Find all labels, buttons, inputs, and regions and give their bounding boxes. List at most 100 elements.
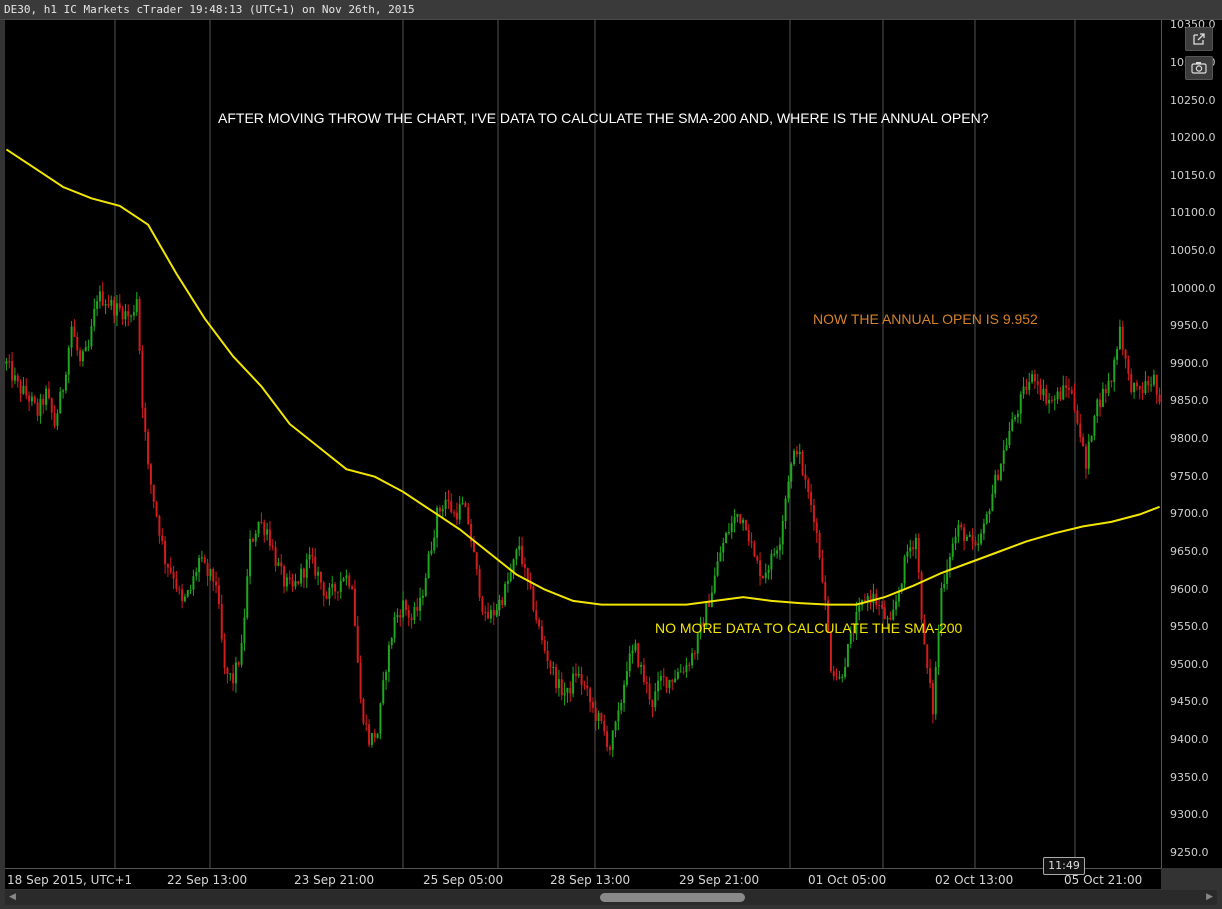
candle-body: [319, 571, 322, 583]
candle-body: [93, 308, 96, 327]
candle-body: [280, 562, 283, 567]
candle-body: [359, 662, 362, 700]
candle-body: [155, 501, 158, 517]
candle-body: [42, 398, 45, 405]
candle-body: [285, 577, 288, 587]
candle-body: [560, 679, 563, 696]
candle-body: [424, 577, 427, 596]
crosshair-time-badge: 11:49: [1043, 857, 1085, 875]
scroll-right-arrow-icon[interactable]: ▶: [1203, 892, 1213, 903]
price-tick-label: 9300.0: [1170, 808, 1209, 822]
time-axis[interactable]: 18 Sep 2015, UTC+1 22 Sep 13:00 23 Sep 21:…: [5, 868, 1161, 889]
candle-body: [770, 553, 773, 570]
candle-body: [317, 571, 320, 576]
candle-body: [1019, 394, 1022, 414]
candle-body: [611, 730, 614, 750]
candle-body: [1070, 389, 1073, 394]
popout-button[interactable]: [1185, 27, 1213, 51]
candle-body: [934, 667, 937, 715]
candle-body: [5, 361, 8, 364]
candle-body: [376, 733, 379, 739]
candle-body: [430, 550, 433, 554]
candle-body: [719, 552, 722, 562]
candle-body: [642, 665, 645, 683]
candle-body: [1082, 437, 1085, 447]
candle-body: [1087, 441, 1090, 469]
candle-body: [311, 554, 314, 557]
candle-body: [115, 303, 118, 316]
candle-body: [784, 498, 787, 521]
candle-body: [110, 299, 113, 306]
candle-body: [22, 385, 25, 394]
candle-body: [336, 591, 339, 593]
candle-body: [339, 580, 342, 592]
candle-body: [835, 676, 838, 678]
candle-body: [407, 610, 410, 618]
scrollbar-thumb[interactable]: [600, 893, 745, 902]
candle-body: [988, 511, 991, 515]
price-tick-label: 10250.0: [1170, 93, 1216, 107]
candle-body: [657, 680, 660, 692]
screenshot-button[interactable]: [1185, 56, 1213, 80]
candle-body: [1090, 435, 1093, 442]
candle-body: [580, 673, 583, 685]
candle-body: [402, 600, 405, 618]
candle-body: [778, 544, 781, 551]
candle-body: [577, 673, 580, 676]
candle-body: [419, 597, 422, 611]
candle-body: [985, 514, 988, 524]
candle-body: [971, 534, 974, 542]
candle-body: [804, 474, 807, 480]
candle-body: [118, 303, 121, 309]
candle-body: [453, 512, 456, 514]
candle-body: [47, 388, 50, 399]
candle-body: [1005, 445, 1008, 451]
candle-body: [943, 584, 946, 589]
candle-body: [538, 619, 541, 627]
candle-body: [266, 529, 269, 535]
candle-body: [379, 703, 382, 734]
candle-body: [594, 707, 597, 722]
camera-icon: [1191, 62, 1207, 74]
candle-body: [912, 547, 915, 550]
candle-body: [543, 640, 546, 651]
candle-body: [138, 299, 141, 351]
candle-body: [1065, 385, 1068, 388]
candle-body: [1130, 373, 1133, 393]
candle-body: [844, 666, 847, 677]
candle-body: [260, 521, 263, 523]
candle-body: [444, 499, 447, 510]
candle-body: [300, 568, 303, 584]
candle-body: [866, 595, 869, 601]
candle-body: [863, 599, 866, 601]
scroll-left-arrow-icon[interactable]: ◀: [9, 892, 19, 903]
candle-body: [223, 639, 226, 668]
candle-body: [166, 564, 169, 568]
sma-200-line: [5, 148, 1160, 606]
horizontal-scrollbar[interactable]: ◀ ▶: [5, 890, 1217, 905]
candle-body: [455, 512, 458, 520]
chart-plot-area[interactable]: AFTER MOVING THROW THE CHART, I'VE DATA …: [5, 20, 1161, 868]
candle-body: [1002, 450, 1005, 464]
candle-body: [1104, 388, 1107, 394]
candle-body: [413, 607, 416, 620]
candle-body: [1155, 374, 1158, 395]
candle-body: [710, 592, 713, 607]
annotation-no-data: NO MORE DATA TO CALCULATE THE SMA-200: [655, 620, 963, 636]
candlestick-chart[interactable]: [5, 20, 1161, 868]
candle-body: [883, 607, 886, 619]
candle-body: [920, 572, 923, 620]
price-tick-label: 10000.0: [1170, 281, 1216, 295]
candle-body: [427, 553, 430, 578]
candle-body: [84, 347, 87, 352]
candle-body: [178, 588, 181, 590]
candle-body: [716, 561, 719, 576]
candle-body: [552, 666, 555, 668]
candle-body: [240, 643, 243, 665]
candle-body: [807, 479, 810, 492]
candle-body: [572, 673, 575, 694]
price-axis[interactable]: 9250.0 9300.0 9350.0 9400.0 9450.0 9500.0 9550…: [1161, 20, 1222, 868]
candle-body: [846, 643, 849, 667]
candle-body: [144, 407, 147, 433]
candle-body: [574, 673, 577, 676]
